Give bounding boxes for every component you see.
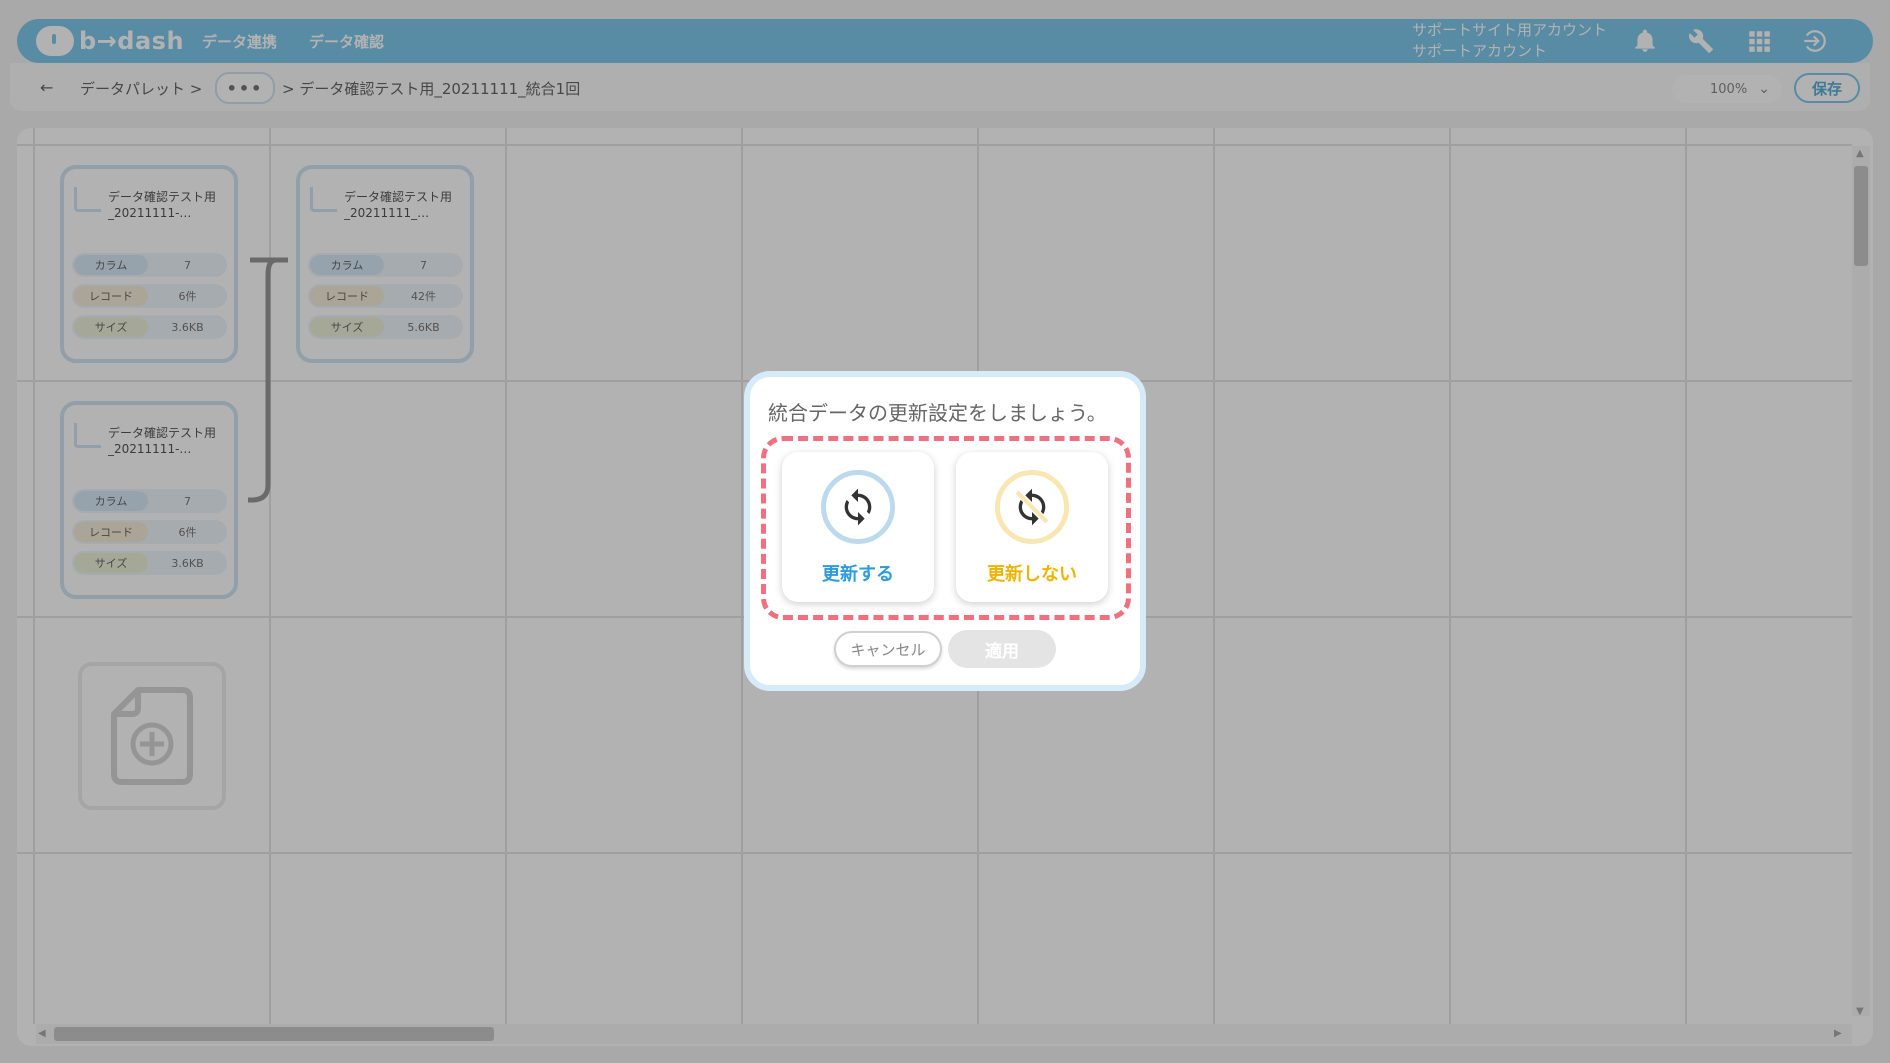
- refresh-disabled-icon: [995, 470, 1069, 544]
- update-option-button[interactable]: 更新する: [782, 452, 934, 602]
- cancel-button[interactable]: キャンセル: [834, 631, 942, 667]
- dialog-title: 統合データの更新設定をしましょう。: [768, 401, 1107, 425]
- no-update-option-label: 更新しない: [987, 564, 1077, 585]
- apply-button[interactable]: 適用: [948, 630, 1056, 668]
- refresh-icon: [821, 470, 895, 544]
- update-option-label: 更新する: [822, 564, 894, 585]
- no-update-option-button[interactable]: 更新しない: [956, 452, 1108, 602]
